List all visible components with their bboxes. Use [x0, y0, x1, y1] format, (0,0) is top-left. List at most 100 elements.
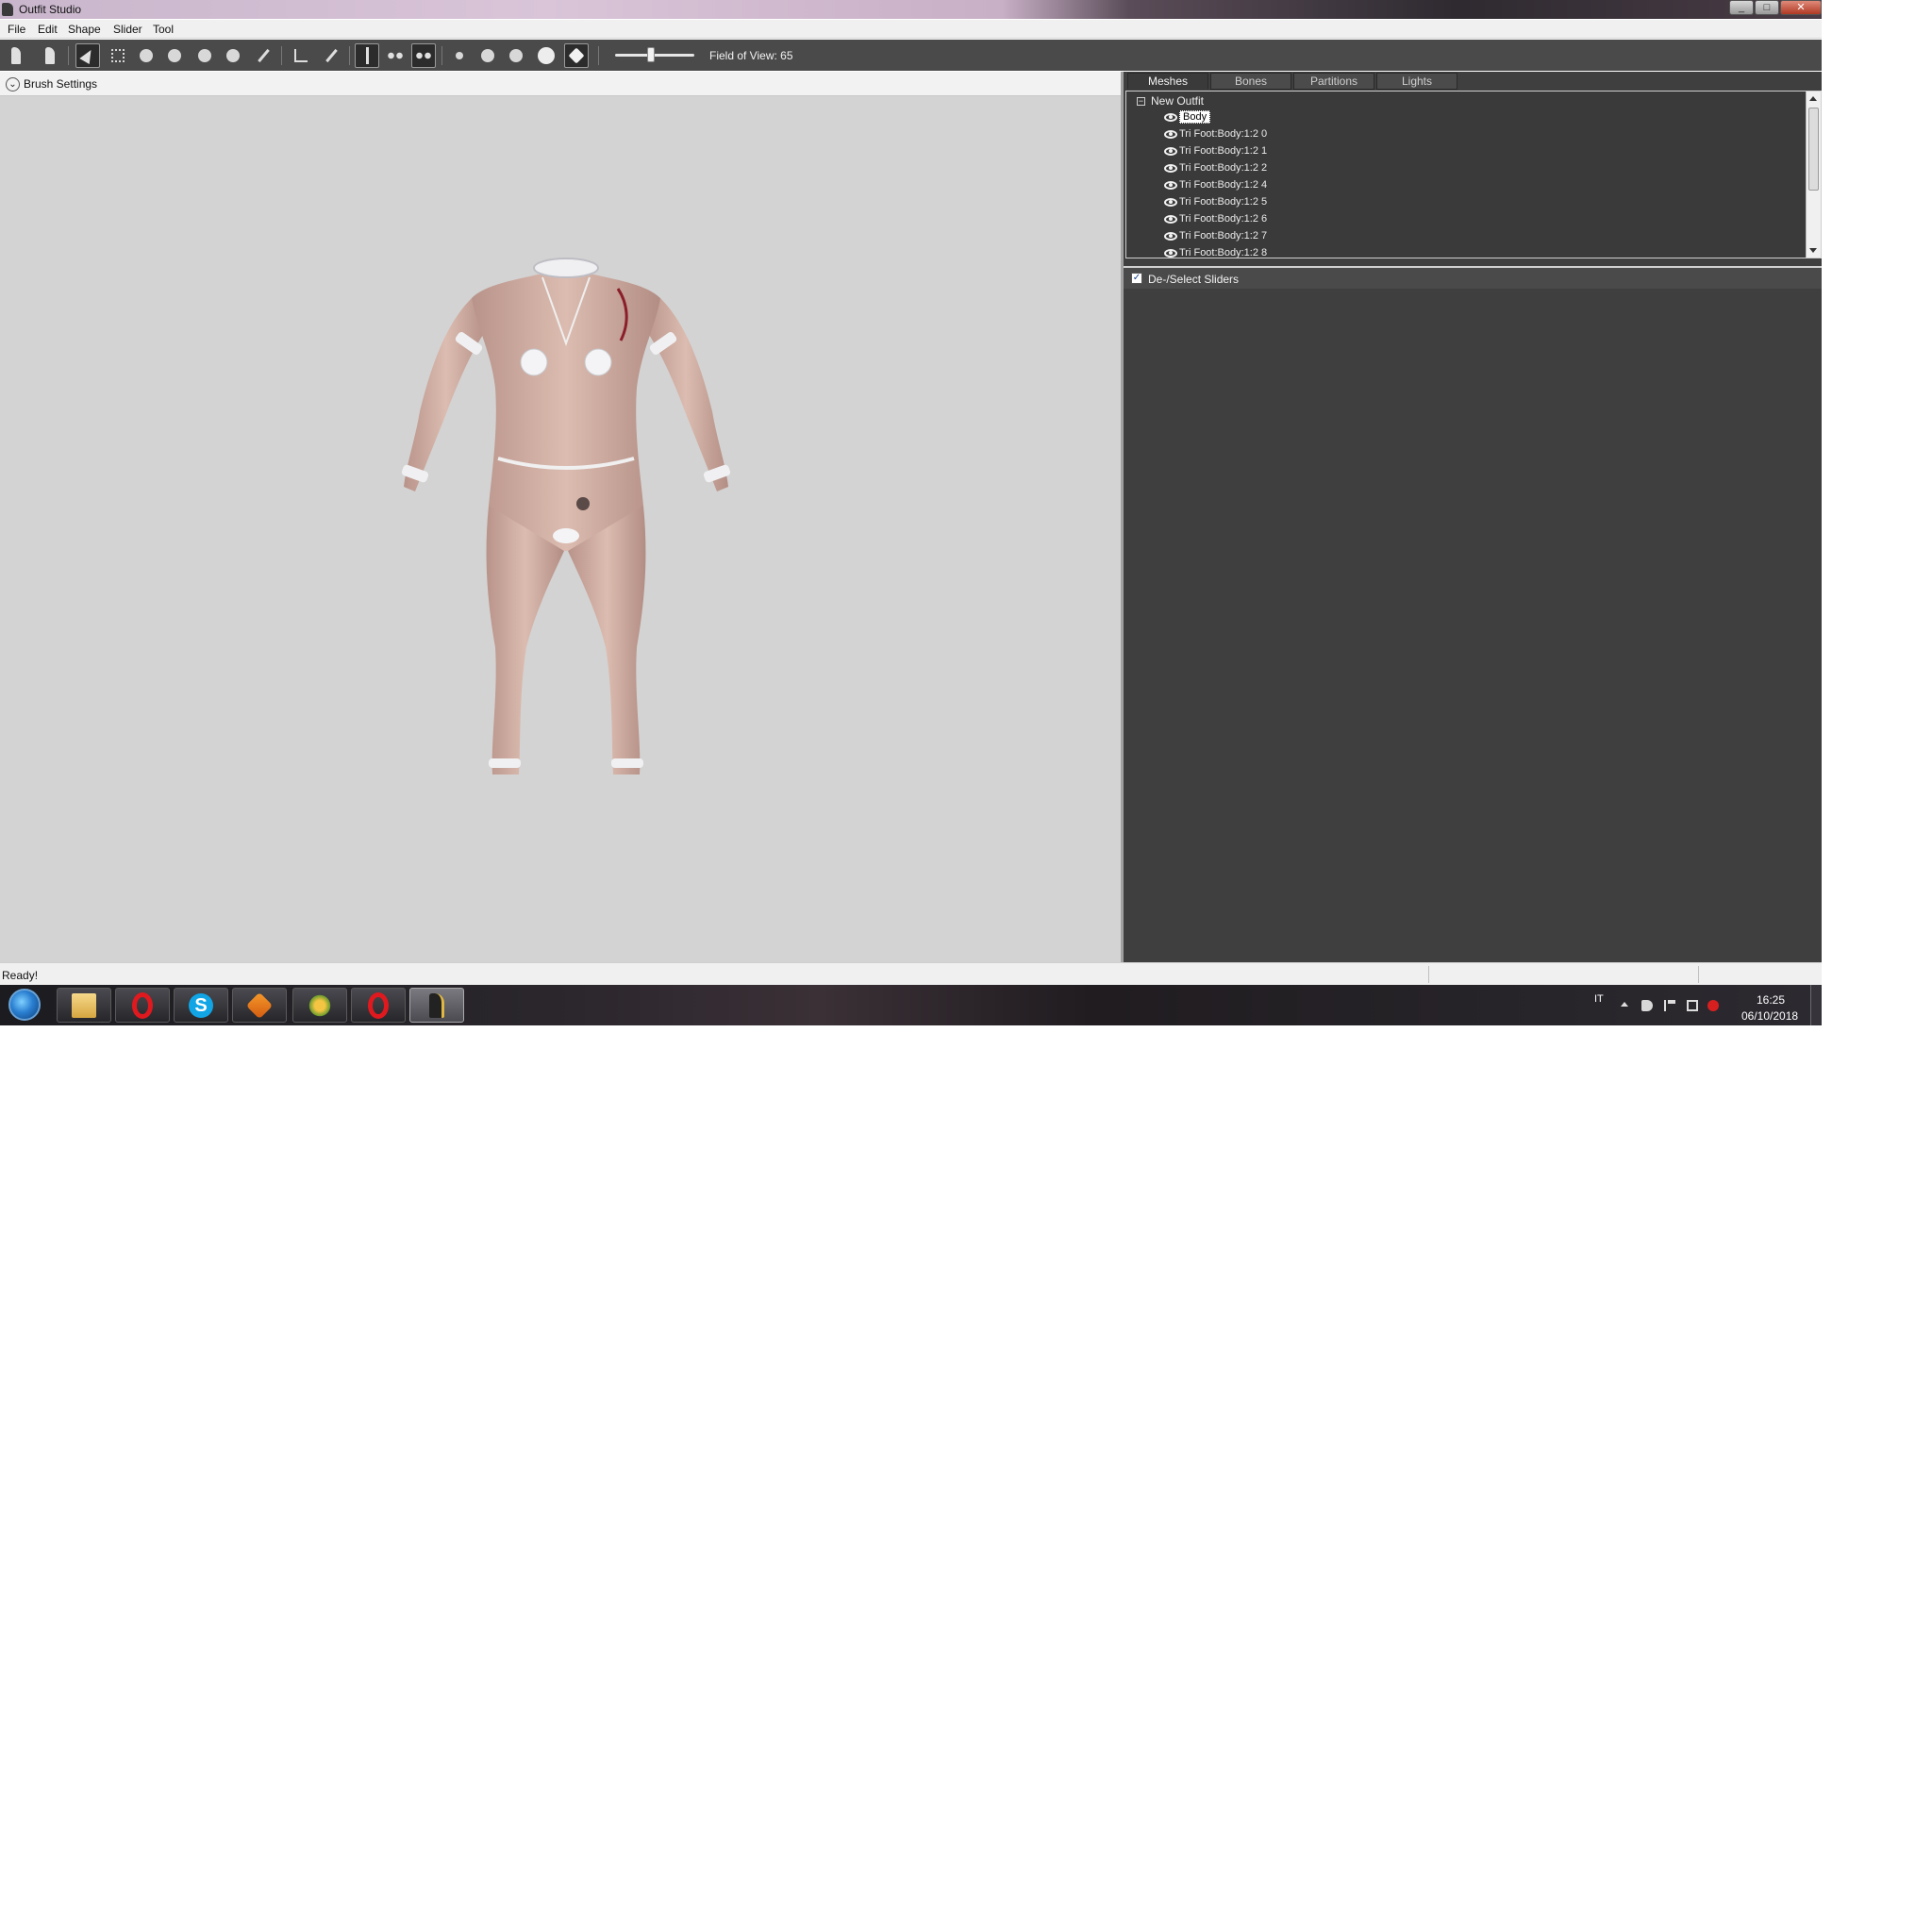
tree-node[interactable]: Tri Foot:Body:1:2 4: [1164, 177, 1267, 192]
tree-scrollbar[interactable]: [1806, 92, 1821, 258]
show-hidden-icons-icon[interactable]: [1621, 1002, 1628, 1007]
tree-node[interactable]: Tri Foot:Body:1:2 5: [1164, 194, 1267, 209]
show-desktop-button[interactable]: [1810, 985, 1822, 1025]
tree-node[interactable]: Tri Foot:Body:1:2 8: [1164, 245, 1267, 258]
brush-size-3-button[interactable]: [504, 43, 528, 68]
field-of-view-slider[interactable]: [615, 54, 694, 57]
global-brush-button[interactable]: [411, 43, 436, 68]
eye-icon[interactable]: [1164, 129, 1177, 139]
tree-node[interactable]: Tri Foot:Body:1:2 1: [1164, 143, 1267, 158]
tree-node-label[interactable]: Tri Foot:Body:1:2 8: [1179, 247, 1267, 258]
tree-root-new-outfit[interactable]: New Outfit: [1151, 94, 1204, 108]
tree-node[interactable]: Tri Foot:Body:1:2 6: [1164, 211, 1267, 226]
tree-node-label[interactable]: Tri Foot:Body:1:2 7: [1179, 230, 1267, 242]
hip-ornament: [553, 528, 579, 543]
eye-icon[interactable]: [1164, 197, 1177, 207]
eye-icon[interactable]: [1164, 231, 1177, 241]
eye-icon[interactable]: [1164, 214, 1177, 224]
deflate-brush-button[interactable]: [162, 43, 187, 68]
tree-node-label[interactable]: Tri Foot:Body:1:2 0: [1179, 128, 1267, 140]
menu-edit[interactable]: Edit: [38, 23, 58, 36]
tree-node[interactable]: Tri Foot:Body:1:2 7: [1164, 228, 1267, 243]
weight-brush-button[interactable]: [251, 43, 275, 68]
scroll-thumb[interactable]: [1808, 108, 1819, 191]
eye-icon[interactable]: [1164, 146, 1177, 156]
windows-logo-icon: [8, 989, 41, 1021]
panel-tabs: Meshes Bones Partitions Lights: [1124, 72, 1822, 91]
chevron-down-icon[interactable]: ⌄: [6, 77, 20, 92]
3d-viewport[interactable]: ⌄ Brush Settings: [0, 72, 1121, 962]
menu-shape[interactable]: Shape: [68, 23, 101, 36]
body-mesh-figure[interactable]: [377, 185, 755, 808]
tab-bones[interactable]: Bones: [1210, 73, 1291, 90]
antivirus-icon[interactable]: [1707, 1000, 1719, 1011]
clock-date[interactable]: 06/10/2018: [1741, 1009, 1798, 1023]
taskbar-outfit-studio[interactable]: [409, 988, 464, 1023]
brush-size-2-button[interactable]: [475, 43, 500, 68]
taskbar-app-plant[interactable]: [292, 988, 347, 1023]
view-cube-button[interactable]: [564, 43, 589, 68]
action-center-flag-icon[interactable]: [1664, 1000, 1675, 1011]
deselect-sliders-checkbox[interactable]: ✓: [1131, 273, 1142, 284]
tree-node-label[interactable]: Tri Foot:Body:1:2 5: [1179, 196, 1267, 208]
tree-node-label[interactable]: Tri Foot:Body:1:2 2: [1179, 162, 1267, 174]
start-button[interactable]: [4, 987, 45, 1023]
menu-tool[interactable]: Tool: [153, 23, 174, 36]
load-outfit-button[interactable]: [38, 43, 62, 68]
smooth-brush-button[interactable]: [221, 43, 245, 68]
brush-settings-bar[interactable]: ⌄ Brush Settings: [0, 72, 1121, 96]
taskbar-opera[interactable]: [115, 988, 170, 1023]
mesh-tree[interactable]: − New Outfit Body Tri Foot:Body:1:2 0 Tr…: [1125, 91, 1822, 258]
tree-node-body[interactable]: Body: [1164, 109, 1211, 125]
small-dot-icon: [456, 52, 463, 59]
outfit-studio-icon: [429, 992, 444, 1018]
large-dot-icon: [509, 49, 523, 62]
tree-node-label[interactable]: Tri Foot:Body:1:2 4: [1179, 179, 1267, 191]
close-button[interactable]: ✕: [1780, 0, 1822, 15]
tab-partitions[interactable]: Partitions: [1293, 73, 1374, 90]
foot-outfit-icon: [45, 47, 55, 64]
deselect-sliders-label[interactable]: De-/Select Sliders: [1148, 273, 1239, 286]
tree-node[interactable]: Tri Foot:Body:1:2 2: [1164, 160, 1267, 175]
load-reference-button[interactable]: [4, 43, 28, 68]
tree-node-label[interactable]: Tri Foot:Body:1:2 1: [1179, 145, 1267, 157]
inflate-brush-button[interactable]: [134, 43, 158, 68]
taskbar-opera-2[interactable]: [351, 988, 406, 1023]
eye-icon[interactable]: [1164, 180, 1177, 190]
scroll-down-icon[interactable]: [1809, 248, 1817, 253]
brush-size-1-button[interactable]: [447, 43, 472, 68]
transform-button[interactable]: [289, 43, 313, 68]
menu-file[interactable]: File: [8, 23, 25, 36]
brush-size-4-button[interactable]: [534, 43, 558, 68]
language-indicator[interactable]: IT: [1594, 993, 1604, 1005]
connected-only-button[interactable]: [383, 43, 408, 68]
move-brush-button[interactable]: [192, 43, 217, 68]
field-of-view-slider-thumb[interactable]: [647, 47, 655, 62]
tree-node[interactable]: Tri Foot:Body:1:2 0: [1164, 126, 1267, 142]
tab-lights[interactable]: Lights: [1376, 73, 1457, 90]
tree-node-label[interactable]: Body: [1179, 110, 1211, 124]
clock-time[interactable]: 16:25: [1757, 993, 1785, 1007]
field-of-view-label: Field of View: 65: [709, 49, 793, 62]
tree-node-label[interactable]: Tri Foot:Body:1:2 6: [1179, 213, 1267, 225]
brush-settings-label[interactable]: Brush Settings: [24, 77, 97, 91]
taskbar-app-orange[interactable]: [232, 988, 287, 1023]
network-icon[interactable]: [1687, 1000, 1698, 1011]
menu-slider[interactable]: Slider: [113, 23, 142, 36]
minimize-button[interactable]: _: [1729, 0, 1754, 15]
select-tool-button[interactable]: [75, 43, 100, 68]
scroll-up-icon[interactable]: [1809, 96, 1817, 101]
tab-meshes[interactable]: Meshes: [1127, 73, 1208, 90]
eye-icon[interactable]: [1164, 112, 1177, 122]
collapse-toggle[interactable]: −: [1137, 97, 1145, 106]
taskbar-explorer[interactable]: [57, 988, 111, 1023]
maximize-button[interactable]: □: [1755, 0, 1779, 15]
eye-icon[interactable]: [1164, 163, 1177, 173]
taskbar-skype[interactable]: S: [174, 988, 228, 1023]
x-mirror-button[interactable]: [355, 43, 379, 68]
eye-icon[interactable]: [1164, 248, 1177, 258]
volume-icon[interactable]: [1641, 1000, 1653, 1011]
mask-brush-button[interactable]: [106, 43, 130, 68]
pivot-button[interactable]: [319, 43, 343, 68]
left-arm: [404, 298, 489, 491]
